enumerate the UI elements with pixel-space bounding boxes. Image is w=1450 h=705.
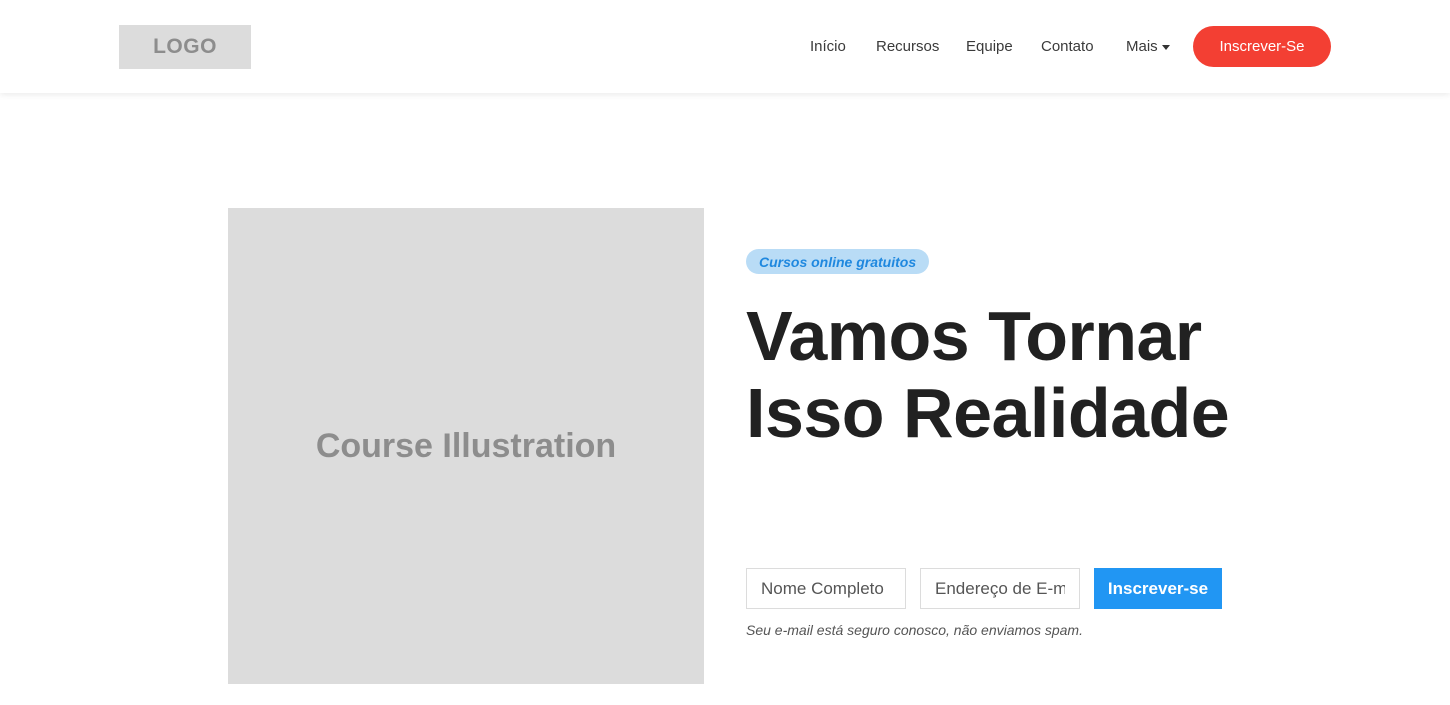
nav-dropdown-mais[interactable]: Mais: [1126, 37, 1170, 57]
illustration-label: Course Illustration: [315, 426, 617, 465]
full-name-input[interactable]: [746, 568, 906, 609]
spam-disclaimer: Seu e-mail está seguro conosco, não envi…: [746, 622, 1083, 638]
nav-link-inicio[interactable]: Início: [810, 37, 846, 57]
course-illustration: Course Illustration: [228, 208, 704, 684]
subscribe-button[interactable]: Inscrever-se: [1094, 568, 1222, 609]
nav-link-contato[interactable]: Contato: [1041, 37, 1094, 57]
hero-headline: Vamos Tornar Isso Realidade: [746, 297, 1230, 452]
logo[interactable]: LOGO: [119, 25, 251, 69]
hero-badge: Cursos online gratuitos: [746, 249, 930, 274]
nav-link-equipe[interactable]: Equipe: [966, 37, 1013, 57]
caret-down-icon: [1161, 45, 1170, 50]
navbar: LOGO Início Recursos Equipe Contato Mais…: [0, 0, 1450, 93]
email-input[interactable]: [920, 568, 1080, 609]
header-signup-button[interactable]: Inscrever-Se: [1193, 26, 1331, 67]
nav-dropdown-mais-label: Mais: [1126, 38, 1158, 55]
nav-link-recursos[interactable]: Recursos: [876, 37, 939, 57]
